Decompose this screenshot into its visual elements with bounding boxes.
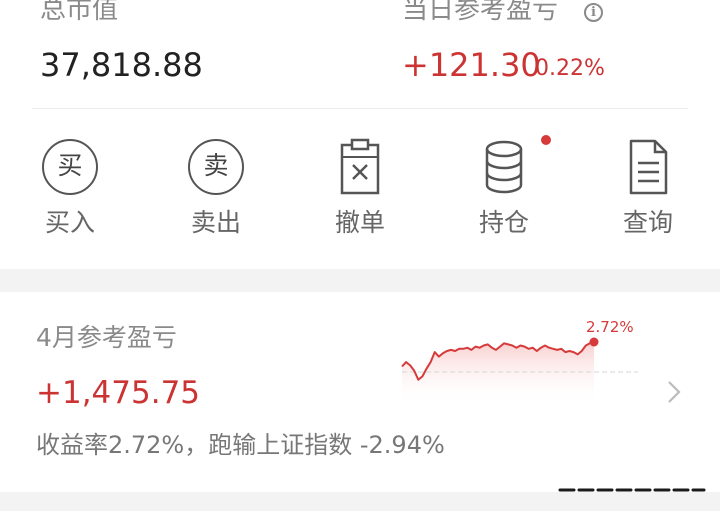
cancel-order-label: 撤单	[334, 208, 385, 237]
query-label: 查询	[622, 208, 673, 237]
home-indicator	[558, 488, 706, 492]
sell-label: 卖出	[190, 208, 241, 237]
quick-actions: 买 买入 卖 卖出 撤单 持仓 查询	[0, 109, 720, 269]
monthly-pnl-card[interactable]: 4月参考盈亏 +1,475.75 收益率2.72%，跑输上证指数 -2.94% …	[0, 292, 720, 492]
total-market-value-label: 总市值	[40, 0, 119, 25]
daily-pnl-value: +121.30	[402, 46, 541, 84]
database-stack-icon	[485, 140, 523, 194]
query-button[interactable]: 查询	[588, 109, 708, 269]
section-gap	[0, 269, 720, 292]
sparkline-end-point	[589, 337, 599, 347]
daily-pnl-percent: 0.22%	[535, 56, 605, 81]
sell-button[interactable]: 卖 卖出	[156, 109, 276, 269]
monthly-pnl-sparkline: 2.72%	[401, 318, 638, 406]
buy-circle-icon: 买	[42, 137, 98, 197]
chevron-right-icon[interactable]	[664, 378, 684, 406]
monthly-pnl-title: 4月参考盈亏	[36, 323, 177, 352]
buy-label: 买入	[44, 208, 95, 237]
monthly-return-summary: 收益率2.72%，跑输上证指数 -2.94%	[36, 431, 445, 459]
document-icon	[629, 139, 668, 195]
asset-summary: 总市值 当日参考盈亏 i 37,818.88 +121.30 0.22%	[0, 0, 720, 108]
daily-pnl-label: 当日参考盈亏	[402, 0, 559, 25]
notification-dot	[541, 135, 551, 145]
positions-button[interactable]: 持仓	[444, 109, 564, 269]
info-icon[interactable]: i	[584, 3, 603, 22]
cancel-order-icon	[340, 138, 380, 195]
positions-label: 持仓	[478, 208, 529, 237]
buy-button[interactable]: 买 买入	[10, 109, 130, 269]
total-market-value: 37,818.88	[40, 46, 203, 84]
account-overview-screen: 总市值 当日参考盈亏 i 37,818.88 +121.30 0.22% 买 买…	[0, 0, 720, 511]
monthly-pnl-value: +1,475.75	[36, 375, 201, 411]
cancel-order-button[interactable]: 撤单	[300, 109, 420, 269]
sell-circle-icon: 卖	[188, 137, 244, 197]
sparkline-end-label: 2.72%	[586, 318, 634, 336]
